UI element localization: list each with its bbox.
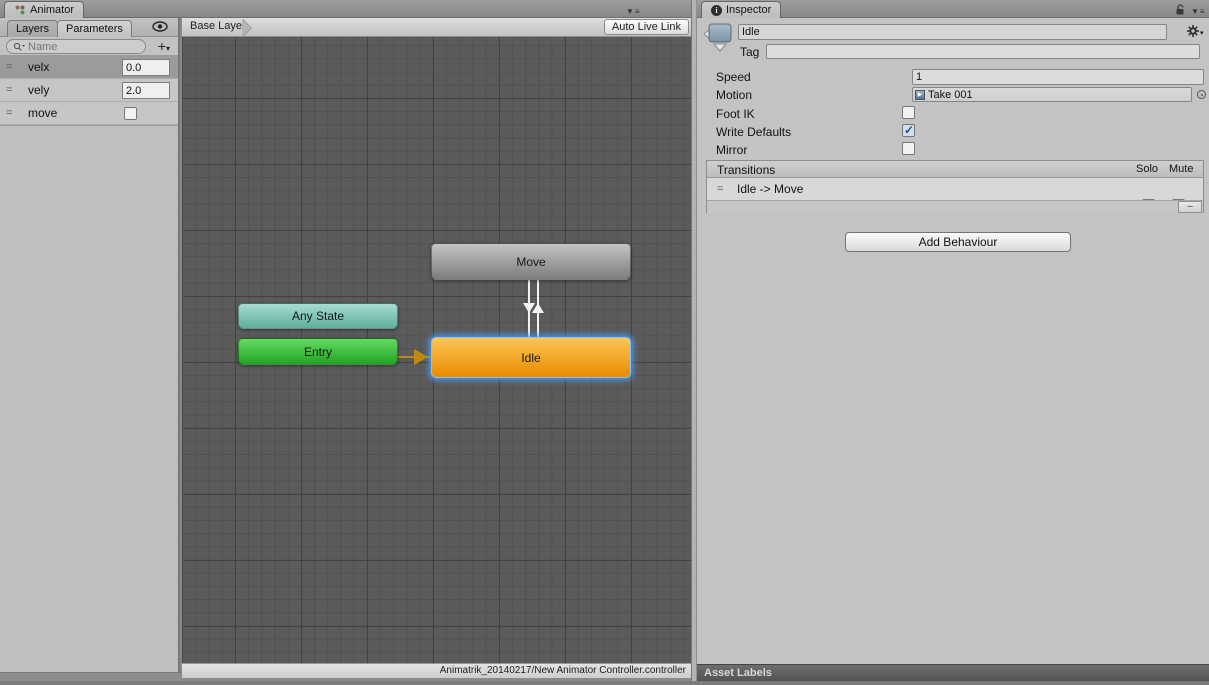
drag-handle-icon[interactable]: = [6,107,20,119]
mirror-checkbox[interactable] [902,142,915,155]
tag-field[interactable] [766,44,1200,59]
layers-tab-label: Layers [16,23,49,35]
transition-label: Idle -> Move [737,182,803,196]
transitions-title: Transitions [717,163,775,177]
parameter-list: = velx = vely = move [0,56,178,126]
parameter-row-move[interactable]: = move [0,102,178,125]
state-label: Move [516,255,545,269]
asset-labels-title: Asset Labels [704,667,772,679]
state-label: Idle [521,351,540,365]
mute-header: Mute [1169,163,1193,175]
parameter-row-velx[interactable]: = velx [0,56,178,79]
drag-handle-icon[interactable]: = [6,61,20,73]
drag-handle-icon[interactable]: = [6,84,20,96]
transitions-header: Transitions Solo Mute [707,161,1203,178]
motion-value: Take 001 [928,89,973,101]
animator-pane-menu-icon[interactable]: ▼≡ [626,7,641,16]
transitions-footer: – [707,200,1203,213]
write-defaults-label: Write Defaults [716,125,791,139]
parameter-checkbox-move[interactable] [124,107,137,120]
inspector-pane-menu-icon[interactable]: ▼≡ [1191,7,1206,16]
search-icon [13,42,25,52]
arrowhead-up-icon [532,303,544,313]
write-defaults-checkbox[interactable] [902,124,915,137]
state-node-any-state[interactable]: Any State [238,303,398,329]
search-field[interactable] [6,39,146,54]
gear-icon[interactable]: ▾ [1186,24,1204,41]
search-row: +▾ [0,37,178,56]
state-label: Entry [304,345,332,359]
state-node-move[interactable]: Move [431,243,631,280]
search-input[interactable] [28,41,128,53]
tab-animator[interactable]: Animator [4,1,84,18]
speed-field[interactable] [912,69,1204,85]
arrowhead-right-icon [414,349,428,365]
speed-label: Speed [716,70,751,84]
animator-tab-label: Animator [30,4,74,16]
asset-labels-bar[interactable]: Asset Labels [697,664,1209,681]
tab-inspector[interactable]: i Inspector [701,1,781,18]
inspector-tab-label: Inspector [726,4,771,16]
tab-parameters[interactable]: Parameters [57,20,132,37]
info-icon: i [711,5,722,16]
parameter-name: move [28,106,178,120]
window-bottom-edge [0,681,1209,685]
transition-row[interactable]: = Idle -> Move [707,178,1203,200]
state-machine-canvas[interactable]: Move Any State Entry Idle [182,37,691,663]
mirror-label: Mirror [716,143,747,157]
tab-layers[interactable]: Layers [7,20,58,37]
breadcrumb-chevron-icon [242,19,251,37]
motion-object-field[interactable]: ▶ Take 001 [912,87,1192,102]
state-node-idle-selected[interactable]: Idle [431,337,631,378]
state-name-field[interactable] [738,24,1167,40]
object-picker-icon[interactable] [1197,90,1206,99]
animation-clip-icon: ▶ [915,90,925,100]
add-behaviour-label: Add Behaviour [919,235,998,249]
parameter-value-velx[interactable] [122,59,170,76]
tag-label: Tag [740,45,759,59]
add-parameter-button[interactable]: +▾ [158,38,170,54]
state-node-entry[interactable]: Entry [238,338,398,365]
controller-path: Animatrik_20140217/New Animator Controll… [440,665,686,676]
drag-handle-icon[interactable]: = [717,183,731,195]
graph-toolbar: Base Layer Auto Live Link [182,18,691,37]
auto-live-link-button[interactable]: Auto Live Link [604,19,689,35]
foot-ik-checkbox[interactable] [902,106,915,119]
auto-live-link-label: Auto Live Link [612,21,681,33]
parameter-value-vely[interactable] [122,82,170,99]
foot-ik-label: Foot IK [716,107,755,121]
controller-path-bar: Animatrik_20140217/New Animator Controll… [182,663,691,678]
inspector-panel: ▾ Tag Speed Motion ▶ Take 001 Foot IK Wr… [697,18,1209,664]
lock-icon[interactable] [1174,4,1186,16]
add-parameter-label: + [158,38,166,54]
remove-transition-button[interactable]: – [1178,201,1202,213]
parameters-tab-label: Parameters [66,23,123,35]
layers-parameters-bar: Layers Parameters [0,18,178,37]
solo-header: Solo [1136,163,1158,175]
parameters-panel: Layers Parameters +▾ = velx = vely [0,18,180,672]
parameter-row-vely[interactable]: = vely [0,79,178,102]
breadcrumb[interactable]: Base Layer [190,20,246,32]
state-label: Any State [292,309,344,323]
animator-icon [14,4,26,16]
animator-state-icon[interactable] [701,20,737,58]
add-behaviour-button[interactable]: Add Behaviour [845,232,1071,252]
animator-tabstrip [0,0,691,18]
transitions-section: Transitions Solo Mute = Idle -> Move – [706,160,1204,213]
motion-label: Motion [716,88,752,102]
eye-icon[interactable] [152,21,168,32]
